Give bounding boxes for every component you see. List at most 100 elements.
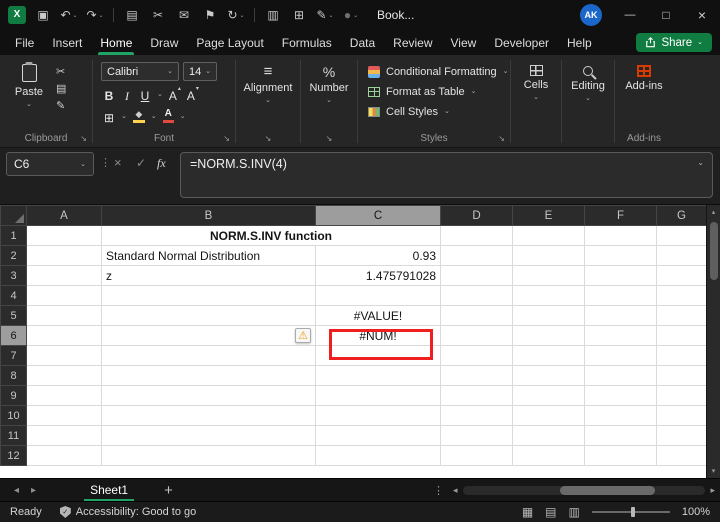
row-header-11[interactable]: 11 [0,425,27,446]
cell-C10[interactable] [315,405,441,426]
menu-tab-home[interactable]: Home [91,30,141,55]
page-break-view-icon[interactable]: ▥ [569,505,580,519]
cell-E4[interactable] [512,285,585,306]
increase-font-size-button[interactable]: A ▴ [169,86,181,102]
cell-G12[interactable] [656,445,707,466]
select-all-button[interactable] [0,205,27,226]
flag-icon[interactable]: ⚑ [198,5,222,25]
conditional-formatting-button[interactable]: Conditional Formatting ⌄ [358,62,510,81]
cell-D9[interactable] [440,385,513,406]
cell-F6[interactable] [584,325,657,346]
row-header-12[interactable]: 12 [0,445,27,466]
column-header-A[interactable]: A [26,205,102,226]
cell-G10[interactable] [656,405,707,426]
row-header-6[interactable]: 6 [0,325,27,346]
vertical-scroll-thumb[interactable] [710,222,718,280]
cell-C4[interactable] [315,285,441,306]
cell-A6[interactable] [26,325,102,346]
accessibility-status[interactable]: Accessibility: Good to go [76,506,196,518]
cell-A12[interactable] [26,445,102,466]
cell-A7[interactable] [26,345,102,366]
cell-B5[interactable] [101,305,316,326]
vertical-scrollbar[interactable]: ▴ ▾ [706,205,720,478]
column-header-D[interactable]: D [440,205,513,226]
borders-button[interactable]: ⊞ [103,108,115,124]
record-icon[interactable]: ● ⌄ [339,5,363,25]
cell-F8[interactable] [584,365,657,386]
cell-A10[interactable] [26,405,102,426]
name-box[interactable]: C6 ⌄ [6,152,94,176]
alignment-dialog-launcher[interactable]: ↘ [265,134,272,143]
enter-icon[interactable]: ✓ [136,156,146,170]
cell-E6[interactable] [512,325,585,346]
cell-F7[interactable] [584,345,657,366]
cell-E7[interactable] [512,345,585,366]
scroll-left-icon[interactable]: ◂ [453,485,458,496]
cell-D6[interactable] [440,325,513,346]
cell-G5[interactable] [656,305,707,326]
styles-dialog-launcher[interactable]: ↘ [498,134,505,143]
cell-G8[interactable] [656,365,707,386]
horizontal-scroll-track[interactable] [462,485,706,495]
cell-C9[interactable] [315,385,441,406]
zoom-slider-thumb[interactable] [630,507,635,517]
row-header-2[interactable]: 2 [0,245,27,266]
row-header-7[interactable]: 7 [0,345,27,366]
column-header-F[interactable]: F [584,205,657,226]
format-painter-button[interactable]: ✎ [56,99,66,113]
cell-A3[interactable] [26,265,102,286]
menu-tab-developer[interactable]: Developer [485,30,558,55]
cell-G6[interactable] [656,325,707,346]
undo-icon[interactable]: ↶ ⌄ [57,5,81,25]
sheet-tab-sheet1[interactable]: Sheet1 [78,479,140,501]
horizontal-scrollbar[interactable]: ◂ ▸ [453,479,715,501]
cell-F5[interactable] [584,305,657,326]
cell-D1[interactable] [440,225,513,246]
cell-B1[interactable]: NORM.S.INV function [101,225,441,246]
formula-bar-expand-icon[interactable]: ⌄ [697,158,704,167]
copy-button[interactable]: ▤ [56,82,66,96]
cell-B3[interactable]: z [101,265,316,286]
cell-B7[interactable] [101,345,316,366]
cell-E5[interactable] [512,305,585,326]
row-header-9[interactable]: 9 [0,385,27,406]
workbook-title[interactable]: Book... [377,8,414,22]
cell-D7[interactable] [440,345,513,366]
page-layout-view-icon[interactable]: ▤ [545,505,556,519]
cell-A5[interactable] [26,305,102,326]
row-header-4[interactable]: 4 [0,285,27,306]
cell-F4[interactable] [584,285,657,306]
clipboard-dialog-launcher[interactable]: ↘ [80,134,87,143]
scroll-up-icon[interactable]: ▴ [707,208,720,216]
font-color-button[interactable]: A [162,109,174,123]
column-header-G[interactable]: G [656,205,707,226]
menu-tab-review[interactable]: Review [384,30,441,55]
cell-B11[interactable] [101,425,316,446]
cell-C3[interactable]: 1.475791028 [315,265,441,286]
account-avatar[interactable]: AK [580,4,602,26]
column-header-B[interactable]: B [101,205,316,226]
cell-C7[interactable] [315,345,441,366]
alignment-button[interactable]: ≡ Alignment ⌄ [236,55,300,104]
addins-button[interactable]: Add-ins [615,55,673,92]
insert-function-icon[interactable]: fx [157,156,166,171]
workbook-icon[interactable]: ▥ [261,5,285,25]
row-header-1[interactable]: 1 [0,225,27,246]
cell-C11[interactable] [315,425,441,446]
font-size-select[interactable]: 14 ⌄ [183,62,217,81]
cell-B2[interactable]: Standard Normal Distribution [101,245,316,266]
cell-A2[interactable] [26,245,102,266]
cell-A4[interactable] [26,285,102,306]
cell-B6[interactable]: ⚠ [101,325,316,346]
cell-E10[interactable] [512,405,585,426]
scroll-right-icon[interactable]: ▸ [710,485,715,496]
row-header-10[interactable]: 10 [0,405,27,426]
cell-E12[interactable] [512,445,585,466]
cell-C2[interactable]: 0.93 [315,245,441,266]
number-button[interactable]: % Number ⌄ [301,55,357,104]
pen-icon[interactable]: ✎ ⌄ [313,5,337,25]
cell-B8[interactable] [101,365,316,386]
menu-tab-help[interactable]: Help [558,30,601,55]
sheet-options-icon[interactable]: ⋮ [433,484,444,497]
cell-D5[interactable] [440,305,513,326]
